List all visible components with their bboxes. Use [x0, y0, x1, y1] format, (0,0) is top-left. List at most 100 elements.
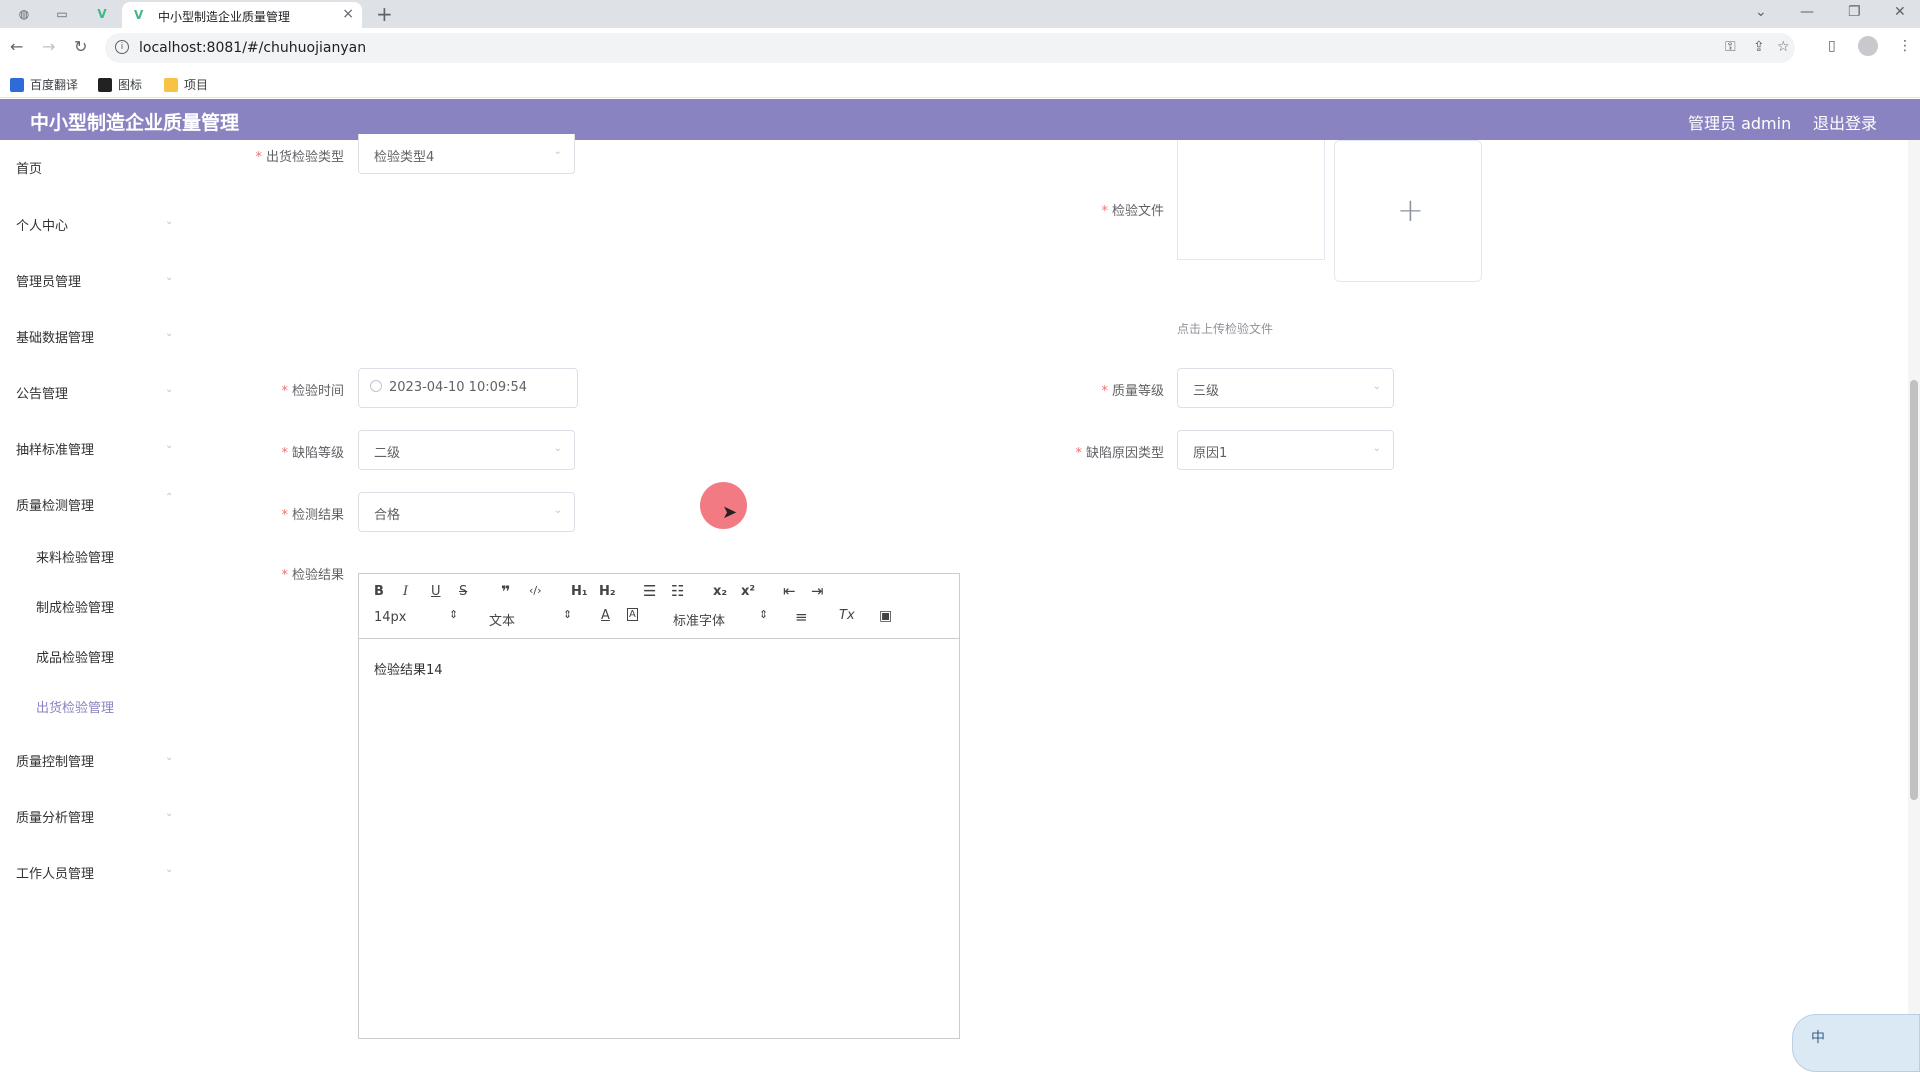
- globe-icon[interactable]: ◍: [16, 6, 32, 22]
- outdent-icon[interactable]: ⇤: [783, 582, 796, 600]
- inspect-time-picker[interactable]: 2023-04-10 10:09:54: [358, 368, 578, 408]
- background-color-icon[interactable]: A: [627, 608, 638, 621]
- code-block-icon[interactable]: ‹/›: [529, 584, 542, 597]
- scrollbar-thumb[interactable]: [1910, 380, 1918, 800]
- chevron-down-icon: ⌄: [553, 505, 562, 516]
- image-insert-icon[interactable]: ▣: [879, 608, 892, 624]
- browser-tab-bar: ◍ ▭ V V 中小型制造企业质量管理 × + ⌄ — ❐ ✕: [0, 0, 1920, 28]
- forward-icon[interactable]: →: [42, 37, 55, 56]
- defect-level-label: * 缺陷等级: [281, 446, 344, 461]
- window-close-icon[interactable]: ✕: [1894, 4, 1906, 20]
- font-size-select[interactable]: 14px: [374, 610, 407, 625]
- sidebar-sub-shipping[interactable]: 出货检验管理: [36, 697, 114, 716]
- sidebar-item-notice[interactable]: 公告管理: [16, 383, 68, 402]
- defect-level-select[interactable]: 二级 ⌄: [358, 430, 575, 470]
- indent-icon[interactable]: ⇥: [811, 582, 824, 600]
- share-icon[interactable]: ⇪: [1753, 39, 1765, 55]
- italic-icon[interactable]: I: [403, 584, 408, 599]
- chevron-down-icon: ⌄: [553, 146, 562, 157]
- header-1-icon[interactable]: H₁: [571, 584, 588, 599]
- upload-button[interactable]: +: [1334, 140, 1482, 282]
- bold-icon[interactable]: B: [374, 584, 384, 599]
- sidebar-item-quality-control[interactable]: 质量控制管理: [16, 751, 94, 770]
- sidebar-item-quality-detect[interactable]: 质量检测管理: [16, 495, 94, 514]
- ordered-list-icon[interactable]: ☰: [643, 582, 656, 600]
- sidebar-item-home[interactable]: 首页: [16, 158, 42, 177]
- sidebar-item-personal[interactable]: 个人中心: [16, 215, 68, 234]
- side-panel-icon[interactable]: ▯: [1828, 38, 1836, 54]
- profile-avatar[interactable]: [1858, 36, 1878, 56]
- ime-widget[interactable]: 中: [1792, 1014, 1920, 1072]
- header-2-icon[interactable]: H₂: [599, 584, 616, 599]
- bullet-list-icon[interactable]: ☷: [671, 582, 684, 600]
- header-select[interactable]: 文本: [489, 610, 515, 629]
- active-tab[interactable]: V 中小型制造企业质量管理 ×: [122, 2, 362, 28]
- tab-title: 中小型制造企业质量管理: [158, 10, 291, 24]
- chevron-down-icon: ⌄: [165, 384, 174, 395]
- app-title: 中小型制造企业质量管理: [30, 112, 240, 134]
- chevron-down-icon: ⌄: [165, 864, 174, 875]
- image-icon: [98, 78, 112, 92]
- tab-icon[interactable]: ▭: [54, 6, 70, 22]
- strikethrough-icon[interactable]: S: [459, 584, 467, 599]
- restore-icon[interactable]: ❐: [1848, 4, 1861, 20]
- font-family-select[interactable]: 标准字体: [673, 610, 725, 629]
- clear-format-icon[interactable]: Tx: [839, 608, 855, 623]
- quality-level-label: * 质量等级: [1101, 384, 1164, 399]
- page-scrollbar[interactable]: [1908, 140, 1920, 1072]
- chevron-down-icon: ⌄: [1372, 443, 1381, 454]
- address-bar-row: ← → ↻ i localhost:8081/#/chuhuojianyan ⚿…: [0, 28, 1920, 68]
- header-select-arrows-icon: ⇕: [563, 608, 573, 621]
- sidebar-item-quality-analysis[interactable]: 质量分析管理: [16, 807, 94, 826]
- inspect-result-label: * 检验结果: [281, 568, 344, 583]
- blockquote-icon[interactable]: ❞: [501, 582, 510, 601]
- ship-type-select[interactable]: 检验类型4 ⌄: [358, 134, 575, 174]
- sidebar-item-sampling[interactable]: 抽样标准管理: [16, 439, 94, 458]
- align-icon[interactable]: ≡: [795, 608, 808, 626]
- chevron-down-icon: ⌄: [1372, 381, 1381, 392]
- vue-tab-icon[interactable]: V: [94, 6, 110, 22]
- app-header: 中小型制造企业质量管理 管理员 admin 退出登录: [0, 99, 1920, 140]
- font-size-arrows-icon: ⇕: [449, 608, 459, 621]
- ime-mode-label: 中: [1811, 1030, 1825, 1046]
- underline-icon[interactable]: U: [431, 584, 441, 599]
- minimize-icon[interactable]: —: [1800, 4, 1814, 20]
- quality-level-select[interactable]: 三级 ⌄: [1177, 368, 1394, 408]
- editor-toolbar: B I U S ❞ ‹/› H₁ H₂ ☰ ☷ x₂ x² ⇤ ⇥ 14px ⇕…: [359, 574, 959, 639]
- uploaded-file-preview[interactable]: [1177, 140, 1325, 260]
- more-menu-icon[interactable]: ⋮: [1898, 38, 1912, 54]
- subscript-icon[interactable]: x₂: [713, 584, 727, 599]
- info-icon[interactable]: i: [115, 40, 129, 54]
- clock-icon: [370, 380, 382, 392]
- sidebar-item-staff[interactable]: 工作人员管理: [16, 863, 94, 882]
- detect-result-select[interactable]: 合格 ⌄: [358, 492, 575, 532]
- bookmark-baidu-translate[interactable]: 百度翻译: [10, 76, 78, 93]
- sidebar-sub-incoming[interactable]: 来料检验管理: [36, 547, 114, 566]
- font-color-icon[interactable]: A: [601, 608, 610, 623]
- new-tab-button[interactable]: +: [376, 2, 393, 26]
- sidebar-item-admin[interactable]: 管理员管理: [16, 271, 81, 290]
- vue-logo-icon: V: [134, 8, 144, 22]
- chevron-down-icon: ⌄: [165, 440, 174, 451]
- bookmark-star-icon[interactable]: ☆: [1777, 39, 1790, 55]
- key-icon[interactable]: ⚿: [1725, 39, 1736, 55]
- sidebar-item-basic-data[interactable]: 基础数据管理: [16, 327, 94, 346]
- bookmark-project[interactable]: 项目: [164, 76, 208, 93]
- close-tab-icon[interactable]: ×: [342, 6, 354, 22]
- superscript-icon[interactable]: x²: [741, 584, 755, 599]
- chevron-down-icon: ⌄: [165, 808, 174, 819]
- sidebar-sub-process[interactable]: 制成检验管理: [36, 597, 114, 616]
- logout-link[interactable]: 退出登录: [1813, 110, 1877, 134]
- bookmarks-bar: 百度翻译 图标 项目: [0, 68, 1920, 98]
- reload-icon[interactable]: ↻: [74, 37, 87, 56]
- tab-search-icon[interactable]: ⌄: [1755, 4, 1767, 20]
- defect-reason-select[interactable]: 原因1 ⌄: [1177, 430, 1394, 470]
- sidebar-sub-finished[interactable]: 成品检验管理: [36, 647, 114, 666]
- inspect-file-label: * 检验文件: [1101, 204, 1164, 219]
- folder-icon: [164, 78, 178, 92]
- back-icon[interactable]: ←: [10, 37, 23, 56]
- editor-content[interactable]: 检验结果14: [374, 659, 443, 678]
- bookmark-icons[interactable]: 图标: [98, 76, 142, 93]
- url-input[interactable]: i localhost:8081/#/chuhuojianyan ⚿ ⇪ ☆: [105, 33, 1795, 63]
- font-family-arrows-icon: ⇕: [759, 608, 769, 621]
